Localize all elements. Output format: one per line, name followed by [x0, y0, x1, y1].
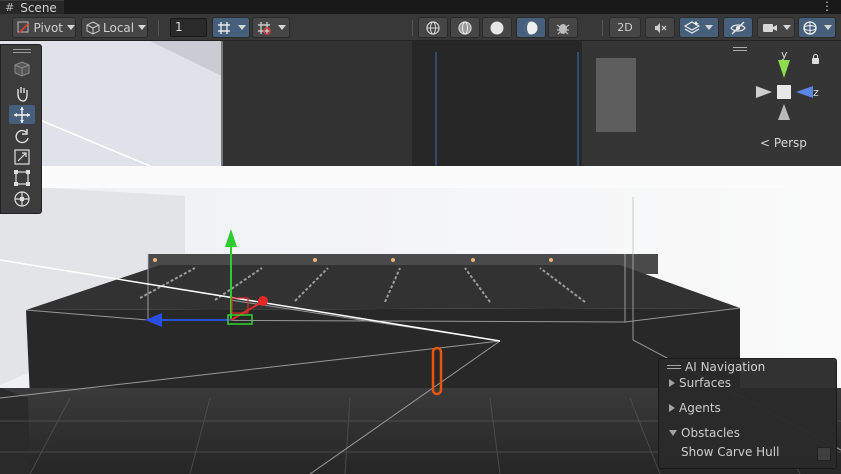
effects-dropdown[interactable] — [679, 17, 719, 38]
eye-hidden-icon — [730, 21, 746, 34]
scene-toolbar: Pivot Local 1 2D — [0, 14, 841, 41]
grid-size-field[interactable]: 1 — [170, 18, 207, 37]
ai-navigation-panel: AI Navigation Surfaces Agents Obstacles … — [658, 358, 837, 469]
rotate-tool-button[interactable] — [9, 126, 35, 145]
local-space-icon — [86, 20, 100, 35]
shaded-button[interactable] — [482, 17, 512, 38]
hand-icon — [17, 86, 28, 102]
move-arrows-icon — [14, 106, 30, 123]
gizmos-dropdown[interactable] — [798, 17, 836, 38]
chevron-down-icon — [278, 25, 286, 30]
lit-shading-button[interactable] — [516, 17, 546, 38]
shaded-wireframe-button[interactable] — [450, 17, 480, 38]
tool-palette — [0, 44, 42, 214]
lit-sphere-icon — [524, 21, 538, 34]
tab-scene-label: Scene — [20, 0, 57, 15]
obstacles-foldout[interactable]: Obstacles — [669, 426, 740, 440]
tab-bar: # Scene ⋮ — [0, 0, 841, 15]
view-tool-button[interactable] — [9, 59, 35, 78]
surfaces-foldout[interactable]: Surfaces — [669, 376, 731, 390]
pivot-label: Pivot — [33, 20, 63, 35]
increment-snap-toggle[interactable] — [252, 17, 290, 38]
collapse-arrow-icon — [669, 430, 677, 436]
palette-grip[interactable] — [13, 49, 31, 53]
pivot-icon — [17, 21, 29, 34]
move-tool-button[interactable] — [9, 105, 35, 124]
grid-snap-toggle[interactable] — [212, 17, 250, 38]
chevron-down-icon — [824, 25, 832, 30]
ai-navigation-grip[interactable] — [667, 365, 681, 369]
chevron-down-icon — [138, 25, 147, 30]
show-carve-hull-label: Show Carve Hull — [681, 445, 780, 459]
rotate-icon — [15, 128, 29, 143]
layers-effects-icon — [683, 20, 701, 34]
wireframe-sphere-icon — [426, 20, 440, 35]
shaded-wireframe-icon — [458, 20, 472, 35]
scene-tab-icon: # — [5, 1, 15, 14]
expand-arrow-icon — [669, 404, 675, 412]
expand-arrow-icon — [669, 379, 675, 387]
rect-tool-button[interactable] — [9, 168, 35, 187]
projection-arrow-icon: < — [760, 136, 771, 150]
camera-settings-dropdown[interactable] — [757, 17, 795, 38]
scale-icon — [14, 148, 30, 165]
audio-toggle-button[interactable] — [645, 17, 675, 38]
agents-foldout[interactable]: Agents — [669, 401, 721, 415]
tab-scene[interactable]: # Scene — [0, 0, 64, 15]
transform-all-icon — [14, 190, 30, 207]
chevron-down-icon — [238, 25, 246, 30]
show-carve-hull-checkbox[interactable] — [817, 447, 831, 461]
chevron-down-icon — [67, 25, 75, 30]
bug-icon — [556, 23, 570, 34]
space-label: Local — [103, 20, 135, 35]
transform-tool-button[interactable] — [9, 189, 35, 208]
surfaces-label: Surfaces — [679, 376, 731, 390]
grid-snap-icon — [218, 21, 230, 34]
scene-viewport[interactable]: y z < Persp AI Navigation Surfaces Agent… — [0, 41, 841, 474]
more-menu-icon[interactable]: ⋮ — [821, 0, 833, 13]
agents-label: Agents — [679, 401, 721, 415]
gizmo-overlay-grip[interactable] — [733, 47, 747, 51]
show-carve-hull-row: Show Carve Hull — [681, 445, 779, 459]
space-dropdown[interactable]: Local — [81, 17, 148, 38]
debug-draw-mode-button[interactable] — [548, 17, 578, 38]
obstacles-label: Obstacles — [681, 426, 740, 440]
toolbar-divider — [602, 20, 603, 36]
camera-icon — [763, 23, 777, 32]
projection-toggle[interactable]: < Persp — [760, 136, 807, 150]
audio-muted-icon — [655, 22, 667, 33]
cube-view-icon — [14, 60, 30, 77]
projection-label: Persp — [773, 136, 807, 150]
chevron-down-icon — [705, 25, 713, 30]
pivot-dropdown[interactable]: Pivot — [12, 17, 76, 38]
wireframe-shading-button[interactable] — [418, 17, 448, 38]
scale-tool-button[interactable] — [9, 147, 35, 166]
svg-text:z: z — [813, 86, 819, 99]
rect-transform-icon — [14, 169, 30, 186]
gizmo-icon — [803, 20, 817, 35]
toolbar-divider — [158, 20, 159, 36]
increment-snap-icon — [258, 21, 271, 35]
scene-visibility-toggle[interactable] — [723, 17, 753, 38]
toolbar-divider — [412, 20, 413, 36]
svg-text:y: y — [781, 48, 788, 61]
chevron-down-icon — [783, 25, 791, 30]
shaded-sphere-icon — [490, 21, 504, 34]
mode-2d-button[interactable]: 2D — [609, 17, 641, 38]
ai-navigation-title: AI Navigation — [685, 360, 766, 374]
hand-tool-button[interactable] — [9, 84, 35, 103]
